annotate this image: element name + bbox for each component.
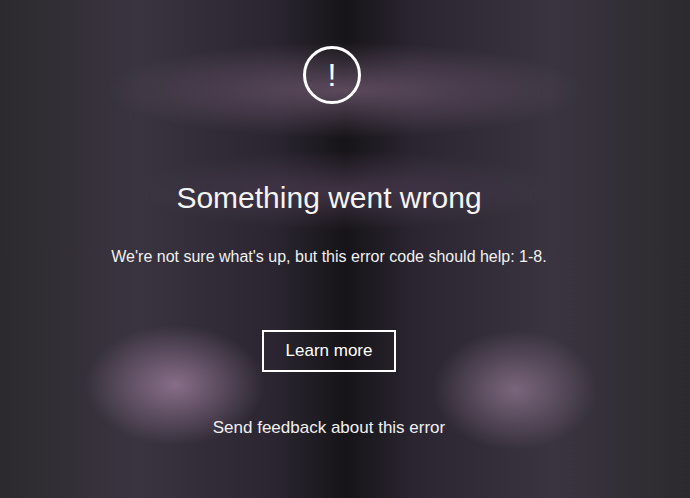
learn-more-button[interactable]: Learn more (262, 330, 396, 372)
feedback-link[interactable]: Send feedback about this error (213, 416, 445, 440)
error-title: Something went wrong (176, 180, 481, 216)
error-panel: ! Something went wrong We're not sure what… (0, 0, 690, 440)
warning-icon: ! (303, 46, 361, 104)
error-message: We're not sure what's up, but this error… (111, 246, 546, 268)
error-screen: ! Something went wrong We're not sure what… (0, 0, 690, 498)
